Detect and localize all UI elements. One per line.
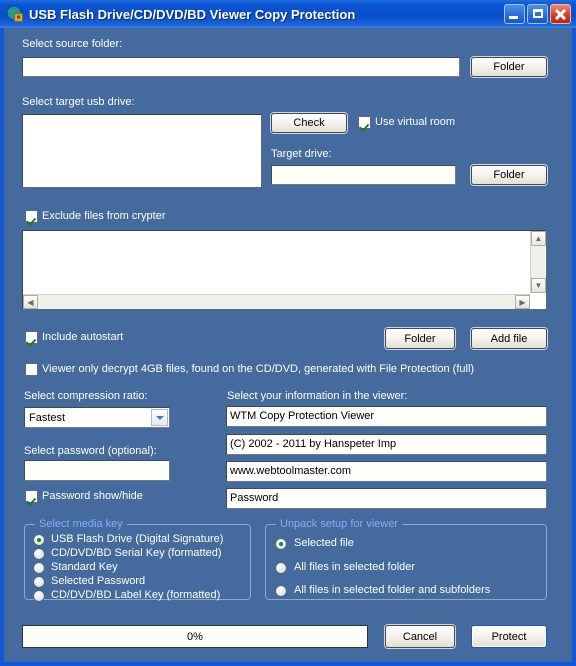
- add-file-button[interactable]: Add file: [471, 328, 547, 349]
- radio-unpack-2[interactable]: [275, 585, 287, 597]
- cancel-button[interactable]: Cancel: [385, 625, 455, 648]
- exclude-files-label: Exclude files from crypter: [42, 210, 166, 222]
- target-drive-label: Target drive:: [271, 148, 332, 160]
- radio-unpack-1-label: All files in selected folder: [294, 561, 416, 573]
- target-usb-listbox[interactable]: [22, 114, 262, 188]
- radio-media-key-4-label: CD/DVD/BD Label Key (formatted): [51, 589, 221, 601]
- radio-media-key-3-label: Selected Password: [51, 575, 146, 587]
- password-label: Select password (optional):: [24, 445, 157, 457]
- exclude-list-horizontal-scrollbar[interactable]: ◀ ▶: [23, 294, 530, 309]
- target-drive-browse-button[interactable]: Folder: [471, 165, 547, 185]
- password-show-hide-label: Password show/hide: [42, 490, 143, 502]
- exclude-files-checkbox[interactable]: [25, 210, 38, 223]
- minimize-button[interactable]: [504, 4, 525, 24]
- compression-ratio-label: Select compression ratio:: [24, 390, 148, 402]
- radio-media-key-2-label: Standard Key: [51, 561, 118, 573]
- chevron-down-icon[interactable]: [151, 409, 168, 426]
- close-button[interactable]: [550, 4, 571, 24]
- globe-shield-icon: [6, 5, 24, 23]
- radio-media-key-0-label: USB Flash Drive (Digital Signature): [51, 533, 224, 545]
- title-bar: USB Flash Drive/CD/DVD/BD Viewer Copy Pr…: [0, 0, 576, 28]
- scroll-up-icon[interactable]: ▲: [531, 231, 546, 246]
- password-show-hide-checkbox[interactable]: [25, 490, 38, 503]
- media-key-group-title: Select media key: [35, 518, 127, 530]
- autostart-folder-button[interactable]: Folder: [385, 328, 455, 349]
- source-folder-browse-button[interactable]: Folder: [471, 57, 547, 77]
- window-controls: [504, 4, 571, 24]
- source-folder-input[interactable]: [22, 57, 460, 77]
- media-key-group: Select media key USB Flash Drive (Digita…: [24, 518, 251, 602]
- radio-unpack-0-label: Selected file: [294, 537, 354, 549]
- use-virtual-room-label: Use virtual room: [375, 116, 456, 128]
- radio-unpack-1[interactable]: [275, 562, 287, 574]
- viewer-only-decrypt-checkbox[interactable]: [25, 363, 38, 376]
- radio-media-key-1[interactable]: [33, 548, 45, 560]
- unpack-group: Unpack setup for viewer Selected file Al…: [265, 518, 547, 600]
- viewer-info-line1-input[interactable]: WTM Copy Protection Viewer: [226, 406, 547, 427]
- exclude-files-list-value: [23, 231, 546, 235]
- include-autostart-label: Include autostart: [42, 331, 124, 343]
- viewer-only-decrypt-label: Viewer only decrypt 4GB files, found on …: [42, 363, 475, 375]
- exclude-list-vertical-scrollbar[interactable]: ▲ ▼: [530, 231, 546, 293]
- radio-media-key-0[interactable]: [33, 534, 45, 546]
- include-autostart-checkbox[interactable]: [25, 331, 38, 344]
- radio-unpack-0[interactable]: [275, 538, 287, 550]
- protect-button[interactable]: Protect: [471, 625, 547, 648]
- progress-text: 0%: [187, 630, 203, 643]
- viewer-info-label: Select your information in the viewer:: [227, 390, 408, 402]
- radio-unpack-2-label: All files in selected folder and subfold…: [294, 584, 491, 596]
- unpack-group-title: Unpack setup for viewer: [276, 518, 402, 530]
- app-window: USB Flash Drive/CD/DVD/BD Viewer Copy Pr…: [0, 0, 576, 666]
- radio-media-key-2[interactable]: [33, 562, 45, 574]
- scroll-down-icon[interactable]: ▼: [531, 278, 546, 293]
- window-title: USB Flash Drive/CD/DVD/BD Viewer Copy Pr…: [29, 6, 356, 22]
- target-usb-label: Select target usb drive:: [22, 96, 135, 108]
- compression-ratio-select[interactable]: Fastest: [24, 407, 170, 428]
- viewer-info-line3-input[interactable]: www.webtoolmaster.com: [226, 461, 547, 482]
- radio-media-key-3[interactable]: [33, 576, 45, 588]
- password-input[interactable]: [24, 460, 170, 481]
- progress-bar: 0%: [22, 625, 368, 648]
- viewer-info-line2-input[interactable]: (C) 2002 - 2011 by Hanspeter Imp: [226, 434, 547, 455]
- source-folder-label: Select source folder:: [22, 38, 123, 50]
- scroll-right-icon[interactable]: ▶: [515, 295, 530, 309]
- radio-media-key-1-label: CD/DVD/BD Serial Key (formatted): [51, 547, 222, 559]
- maximize-button[interactable]: [527, 4, 548, 24]
- check-button[interactable]: Check: [271, 113, 347, 133]
- radio-media-key-4[interactable]: [33, 590, 45, 602]
- scroll-left-icon[interactable]: ◀: [23, 295, 38, 309]
- viewer-info-line4-input[interactable]: Password: [226, 488, 547, 509]
- compression-ratio-value: Fastest: [29, 411, 66, 424]
- target-drive-input[interactable]: [271, 165, 456, 185]
- use-virtual-room-checkbox[interactable]: [358, 116, 371, 129]
